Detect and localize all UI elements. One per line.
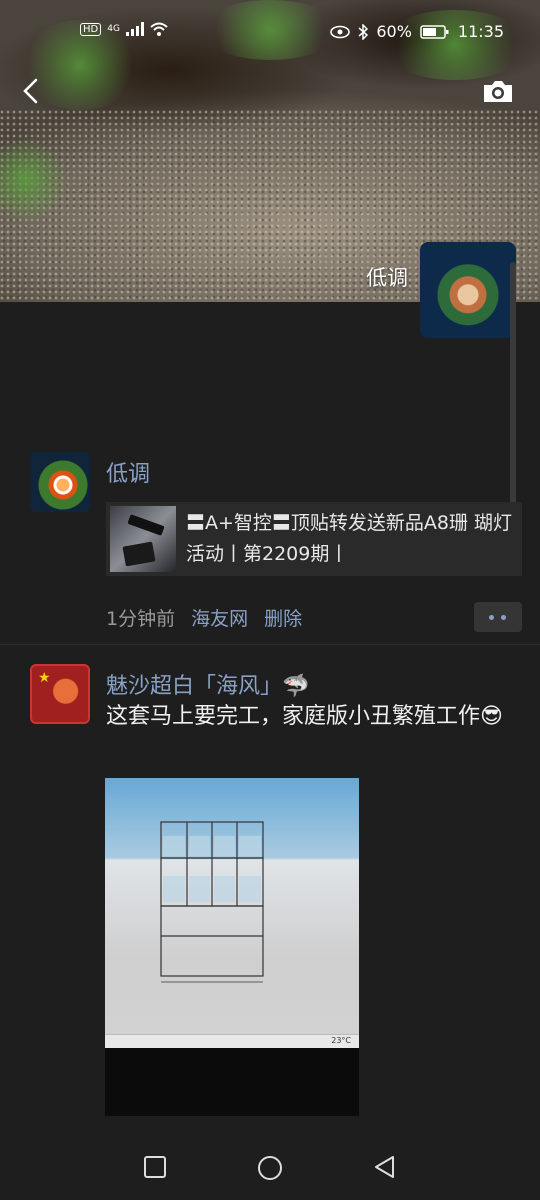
bluetooth-icon bbox=[358, 23, 369, 40]
camera-icon[interactable] bbox=[482, 78, 514, 104]
post-meta: 1分钟前 海友网 删除 bbox=[106, 604, 302, 631]
scrollbar[interactable] bbox=[510, 262, 516, 512]
post-text: 这套马上要完工，家庭版小丑繁殖工作😎 bbox=[106, 704, 503, 729]
divider bbox=[0, 644, 540, 645]
star-icon: ★ bbox=[38, 670, 51, 686]
shared-link-title: 〓A+智控〓顶贴转发送新品A8珊 瑚灯活动丨第2209期丨 bbox=[186, 512, 513, 565]
post-source[interactable]: 海友网 bbox=[191, 604, 248, 631]
monitor-screen bbox=[105, 778, 359, 1034]
avatar[interactable]: ★ bbox=[30, 664, 90, 724]
network-type: 4G bbox=[107, 24, 120, 34]
status-bar: HD 4G 60% 11:35 bbox=[0, 18, 540, 50]
home-circle-icon[interactable] bbox=[256, 1154, 284, 1182]
clock: 11:35 bbox=[457, 22, 504, 41]
taskbar: 23°C bbox=[105, 1034, 359, 1049]
system-nav-bar bbox=[0, 1136, 540, 1200]
cover-avatar[interactable] bbox=[420, 242, 516, 338]
shared-link-thumbnail bbox=[110, 506, 176, 572]
post-username[interactable]: 魅沙超白「海风」🦈 bbox=[106, 668, 309, 700]
shared-link-card[interactable]: 〓A+智控〓顶贴转发送新品A8珊 瑚灯活动丨第2209期丨 bbox=[106, 502, 522, 576]
avatar[interactable] bbox=[30, 452, 90, 512]
more-actions-button[interactable] bbox=[474, 602, 522, 632]
delete-link[interactable]: 删除 bbox=[264, 604, 302, 631]
battery-percent: 60% bbox=[376, 22, 412, 41]
post-photo[interactable]: 23°C bbox=[105, 778, 359, 1116]
post-username[interactable]: 低调 bbox=[106, 456, 150, 488]
cover-username[interactable]: 低调 bbox=[366, 262, 408, 292]
battery-icon bbox=[420, 24, 449, 39]
back-triangle-icon[interactable] bbox=[372, 1154, 398, 1180]
signal-icon bbox=[125, 22, 144, 36]
monitor-bezel bbox=[105, 1048, 359, 1116]
eye-icon bbox=[330, 25, 351, 38]
hd-badge: HD bbox=[80, 22, 102, 36]
taskbar-temperature: 23°C bbox=[331, 1036, 351, 1045]
post-time: 1分钟前 bbox=[106, 608, 176, 630]
back-arrow-icon[interactable] bbox=[18, 76, 44, 106]
recents-square-icon[interactable] bbox=[142, 1154, 168, 1180]
cabinet-drawing bbox=[160, 821, 264, 983]
wifi-icon bbox=[150, 22, 168, 36]
